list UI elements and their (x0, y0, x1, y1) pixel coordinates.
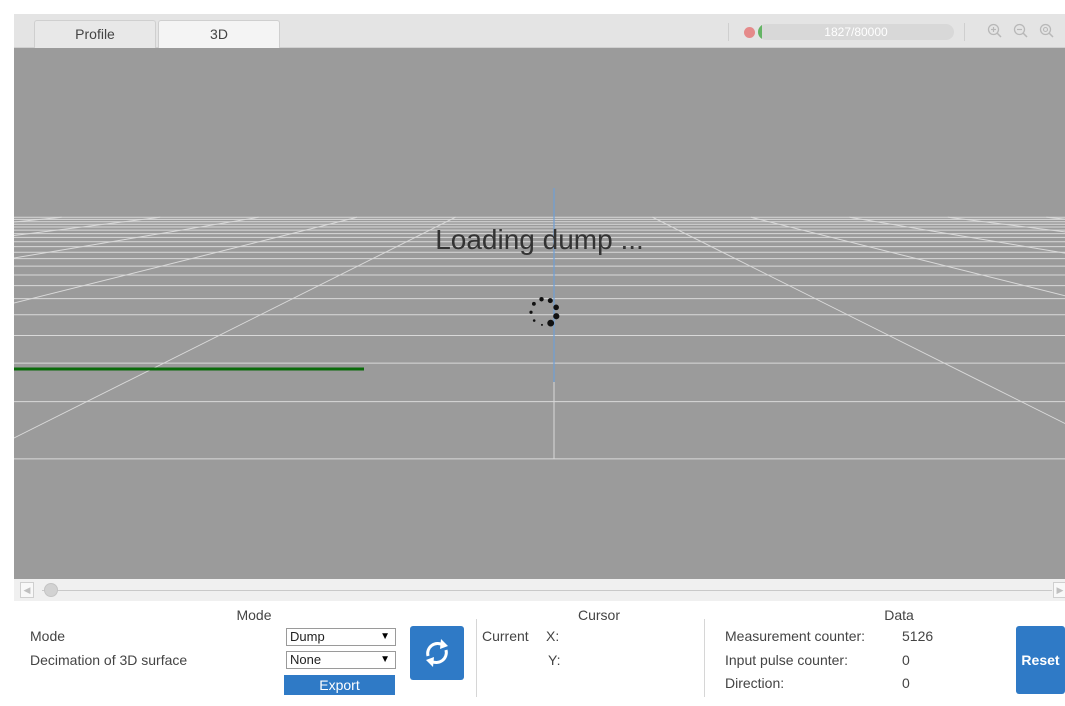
loading-spinner-icon (529, 297, 560, 327)
dropdown-arrow-icon: ▼ (380, 654, 390, 665)
reset-button[interactable]: Reset (1016, 626, 1065, 694)
cursor-y-label: Y: (548, 652, 561, 668)
refresh-icon (426, 639, 448, 667)
control-panel: Mode Mode Dump ▼ Decimation of 3D surfac… (14, 601, 1065, 706)
decimation-label: Decimation of 3D surface (30, 652, 188, 668)
dropdown-arrow-icon: ▼ (380, 631, 390, 642)
zoom-out-icon[interactable] (1012, 22, 1030, 40)
tab-bar: Profile 3D 1827/80000 (14, 14, 1065, 49)
spinner-dot (547, 298, 553, 304)
measurement-counter-label: Measurement counter: (725, 628, 866, 644)
spinner-dot (540, 323, 543, 326)
input-pulse-counter-value: 0 (902, 652, 910, 668)
decimation-select-value: None (290, 652, 322, 667)
cursor-x-label: X: (546, 628, 560, 644)
direction-value: 0 (902, 675, 910, 691)
scroll-thumb[interactable] (44, 583, 58, 597)
divider (704, 619, 705, 697)
scroll-left-button[interactable]: ◀ (20, 582, 34, 598)
divider (728, 23, 729, 41)
dump-progress: 1827/80000 (728, 23, 958, 41)
mode-group-title: Mode (236, 607, 272, 623)
zoom-in-icon[interactable] (986, 22, 1004, 40)
zoom-reset-icon[interactable] (1038, 22, 1056, 40)
divider (476, 619, 477, 697)
refresh-button[interactable] (410, 626, 464, 680)
status-indicator (744, 27, 755, 38)
spinner-dot (553, 304, 559, 311)
export-button[interactable]: Export (284, 675, 395, 695)
cursor-current-label: Current (482, 628, 529, 644)
cursor-group-title: Cursor (577, 607, 620, 623)
mode-label: Mode (30, 628, 66, 644)
direction-label: Direction: (725, 675, 785, 691)
tab-3d[interactable]: 3D (158, 20, 280, 49)
timeline-scrollbar[interactable]: ◀ ▶ (14, 579, 1065, 601)
input-pulse-counter-label: Input pulse counter: (725, 652, 848, 668)
3d-viewport[interactable]: Loading dump ... (14, 48, 1065, 579)
mode-select[interactable]: Dump ▼ (286, 628, 396, 646)
measurement-counter-value: 5126 (902, 628, 934, 644)
decimation-select[interactable]: None ▼ (286, 651, 396, 669)
progress-text: 1827/80000 (824, 25, 888, 39)
spinner-dot (553, 313, 560, 320)
spinner-dot (539, 297, 544, 302)
spinner-dot (531, 301, 536, 306)
data-group-title: Data (884, 607, 914, 623)
scroll-right-button[interactable]: ▶ (1053, 582, 1065, 598)
mode-select-value: Dump (290, 629, 325, 644)
spinner-dot (529, 310, 533, 314)
progress-bar: 1827/80000 (758, 24, 954, 40)
spinner-dot (547, 319, 555, 327)
divider (964, 23, 965, 41)
loading-message: Loading dump ... (435, 224, 644, 255)
scroll-track (42, 590, 1052, 591)
tab-profile[interactable]: Profile (34, 20, 156, 49)
spinner-dot (532, 319, 536, 322)
